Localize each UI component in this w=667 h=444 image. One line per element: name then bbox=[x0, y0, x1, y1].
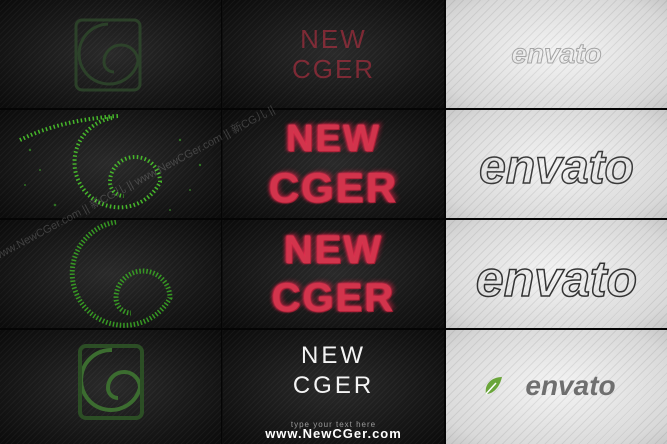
panel-envato-3: envato bbox=[446, 220, 667, 328]
logo-text-line2: CGER bbox=[292, 372, 375, 399]
panel-g-logo-1 bbox=[0, 0, 221, 108]
divider bbox=[0, 328, 667, 330]
panel-text-3: NEW CGER bbox=[223, 220, 444, 328]
logo-text-line2: CGER bbox=[271, 276, 396, 320]
site-url: www.NewCGer.com bbox=[265, 426, 402, 441]
divider bbox=[0, 108, 667, 110]
panel-text-1: NEW CGER bbox=[223, 0, 444, 108]
logo-text-line2: CGER bbox=[268, 164, 399, 211]
divider bbox=[0, 218, 667, 220]
panel-envato-1: envato bbox=[446, 0, 667, 108]
brand-text: envato bbox=[511, 38, 602, 70]
brand-text: envato bbox=[475, 250, 638, 308]
logo-text-line2: CGER bbox=[291, 54, 376, 84]
logo-text-line1: NEW bbox=[300, 24, 367, 54]
brand-text: envato bbox=[525, 370, 616, 401]
divider bbox=[221, 0, 222, 444]
g-logo-icon bbox=[74, 18, 142, 92]
logo-text-line1: NEW bbox=[283, 228, 384, 272]
preview-grid: NEW CGER NEW CGER NEW CGER NEW CGER type… bbox=[0, 0, 667, 444]
logo-text-line1: NEW bbox=[301, 342, 366, 369]
divider bbox=[444, 0, 446, 444]
panel-envato-2: envato bbox=[446, 110, 667, 218]
brand-text: envato bbox=[478, 140, 634, 195]
